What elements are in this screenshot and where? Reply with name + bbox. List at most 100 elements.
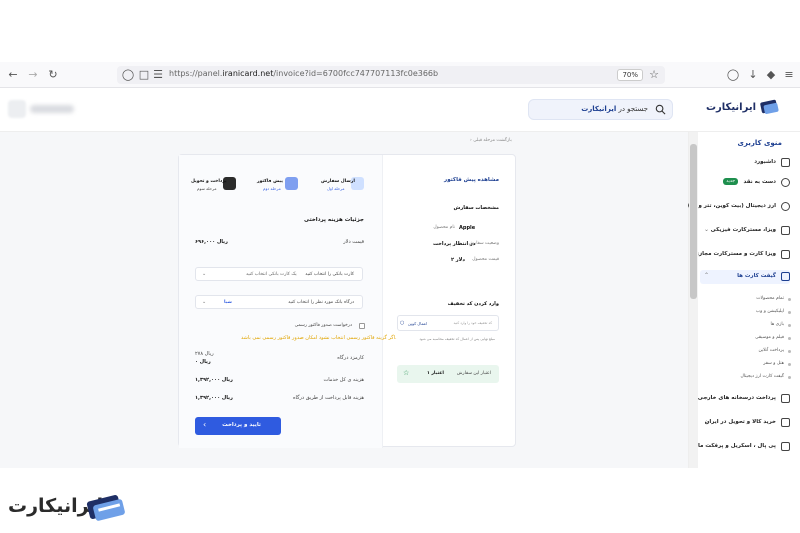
sidebar-title: منوی کاربری <box>737 139 782 147</box>
screenshot: ← → ↻ ◯ □ ☰ https://panel.iranicard.net/… <box>0 0 800 533</box>
sidebar-subitem[interactable]: هتل و سفر <box>763 361 791 366</box>
downloads-icon[interactable]: ↓ <box>746 68 760 82</box>
sidebar-subitem[interactable]: اپلیکیشن و وب <box>756 309 792 314</box>
scrollbar-thumb[interactable] <box>690 144 697 299</box>
zoom-level[interactable]: 70% <box>617 69 643 81</box>
confirm-pay-button[interactable]: ‹ تایید و پرداخت <box>195 417 281 435</box>
sidebar: منوی کاربری داشبورد دست به نقد جدید ارز … <box>688 132 800 468</box>
sidebar-item-label: خرید کالا و تحویل در ایران <box>704 419 776 425</box>
payment-pane: ارسال سفارش مرحله اول پیش فاکتور مرحله د… <box>179 155 397 448</box>
search-input[interactable]: جستجو در ایرانیکارت <box>528 99 673 120</box>
bank-card-select[interactable]: کارت بانکی را انتخاب کنید یک کارت بانکی … <box>195 267 363 281</box>
fee-label: کارمزد درگاه <box>337 355 364 361</box>
sidebar-item-label: گیفت کارت ها <box>737 273 776 279</box>
service-label: هزینه ی کل خدمات <box>323 377 364 383</box>
step-title: پرداخت و تحویل <box>191 179 227 184</box>
sidebar-subitem[interactable]: بازی ها <box>771 322 791 327</box>
address-bar[interactable]: ◯ □ ☰ https://panel.iranicard.net/invoic… <box>117 66 665 84</box>
bank-select-hint: یک کارت بانکی انتخاب کنید <box>246 272 297 277</box>
order-details-title: مشخصات سفارش <box>453 205 499 211</box>
sidebar-item-crypto[interactable]: ارز دیجیتال (بیت کوین، تتر و ...) ⌄ <box>688 200 790 214</box>
site-logo[interactable]: ایرانیکارت <box>700 98 780 118</box>
sidebar-item-label: داشبورد <box>754 159 776 165</box>
rate-value: ۶۹۶,۰۰۰ ریال <box>195 239 228 245</box>
user-name[interactable] <box>30 105 74 113</box>
logo-mark-icon <box>760 99 779 114</box>
sidebar-subitem[interactable]: پرداخت آنلاین <box>759 348 791 353</box>
sidebar-item-buy-goods[interactable]: خرید کالا و تحویل در ایران ⌄ <box>700 416 790 430</box>
watermark-logo-icon <box>86 495 125 521</box>
menu-icon[interactable]: ≡ <box>782 68 796 82</box>
permissions-icon[interactable]: ☰ <box>151 68 165 82</box>
cart-icon <box>781 418 790 427</box>
step-title: پیش فاکتور <box>257 179 283 184</box>
lock-icon[interactable]: □ <box>137 68 151 82</box>
chevron-down-icon: ⌄ <box>704 394 710 401</box>
sidebar-item-cash[interactable]: دست به نقد جدید <box>700 176 790 190</box>
extensions-icon[interactable]: ◆ <box>764 68 778 82</box>
discount-placeholder: کد تخفیف خود را وارد کنید <box>453 321 492 325</box>
view-invoice-title[interactable]: مشاهده پیش فاکتور <box>444 177 499 183</box>
search-icon <box>655 104 666 115</box>
chevron-down-icon: ⌄ <box>202 271 207 277</box>
sidebar-item-gift-cards[interactable]: گیفت کارت ها ⌃ <box>700 270 790 284</box>
official-invoice-checkbox[interactable] <box>359 323 365 329</box>
sidebar-subitem[interactable]: گیفت کارت ارز دیجیتال <box>740 374 791 379</box>
step-sub: مرحله دوم <box>263 186 281 191</box>
sidebar-item-label: ویزا، مسترکارت فیزیکی <box>710 227 776 233</box>
coupon-icon: ○ <box>400 320 405 326</box>
chevron-down-icon: ⌄ <box>704 250 710 257</box>
payment-icon <box>781 394 790 403</box>
pocket-icon[interactable]: ◯ <box>726 68 740 82</box>
credit-value: ۱ اعتبار <box>427 371 444 376</box>
bank-select-label: کارت بانکی را انتخاب کنید <box>305 272 354 277</box>
cash-icon <box>781 178 790 187</box>
gateway-select[interactable]: درگاه بانک مورد نظر را انتخاب کنید شبا ⌄ <box>195 295 363 309</box>
card-icon <box>781 226 790 235</box>
sidebar-item-virtual-card[interactable]: ویزا کارت و مسترکارت مجازی ⌄ <box>694 248 790 262</box>
step-title: ارسال سفارش <box>321 179 355 184</box>
sidebar-subitem[interactable]: تمام محصولات <box>756 296 791 301</box>
new-badge: جدید <box>723 178 738 185</box>
sidebar-item-foreign-payment[interactable]: پرداخت درسخانه های خارجی ⌄ <box>698 392 790 406</box>
chevron-left-icon: ‹ <box>203 420 207 429</box>
gateway-select-label: درگاه بانک مورد نظر را انتخاب کنید <box>288 300 354 305</box>
browser-toolbar: ← → ↻ ◯ □ ☰ https://panel.iranicard.net/… <box>0 62 800 88</box>
sidebar-item-label: دست به نقد <box>743 179 776 185</box>
sidebar-item-label: ارز دیجیتال (بیت کوین، تتر و ...) <box>687 203 776 209</box>
order-credit-box: اعتبار این سفارش ۱ اعتبار ☆ <box>397 365 499 383</box>
step-sub: مرحله سوم <box>197 186 217 191</box>
forward-icon[interactable]: → <box>26 68 40 82</box>
gift-icon <box>781 272 790 281</box>
sidebar-item-paypal[interactable]: پی پال ، اسکریل و پرفکت مانی ⌄ <box>690 440 790 454</box>
top-blank <box>0 0 800 62</box>
shield-icon[interactable]: ◯ <box>121 68 135 82</box>
price-label: قیمت محصول <box>472 257 499 262</box>
web-page: جستجو در ایرانیکارت ایرانیکارت منوی کارب… <box>0 88 800 468</box>
reload-icon[interactable]: ↻ <box>46 68 60 82</box>
chevron-down-icon: ⌄ <box>704 418 710 425</box>
site-header: جستجو در ایرانیکارت ایرانیکارت <box>0 88 800 132</box>
status-value: در انتظار پرداخت <box>433 241 476 247</box>
chevron-down-icon: ⌄ <box>704 226 710 233</box>
sidebar-subitem[interactable]: فیلم و موسیقی <box>755 335 791 340</box>
user-avatar[interactable] <box>8 100 26 118</box>
discount-code-input[interactable]: کد تخفیف خود را وارد کنید اعمال کوپن ○ <box>397 315 499 331</box>
sidebar-item-physical-card[interactable]: ویزا، مسترکارت فیزیکی ⌄ <box>700 224 790 238</box>
search-placeholder: جستجو در ایرانیکارت <box>581 105 648 113</box>
rate-label: قیمت دلار <box>343 239 364 245</box>
apply-coupon-button[interactable]: اعمال کوپن <box>408 321 427 326</box>
step-invoice-icon <box>285 177 298 190</box>
breadcrumb[interactable]: › بازگشت مرحله قبلی <box>470 138 512 143</box>
bookmark-star-icon[interactable]: ☆ <box>647 68 661 82</box>
chevron-down-icon: ⌄ <box>704 442 710 449</box>
sidebar-item-dashboard[interactable]: داشبورد <box>700 156 790 170</box>
back-icon[interactable]: ← <box>6 68 20 82</box>
chevron-down-icon: ⌄ <box>704 202 710 209</box>
pay-button-label: تایید و پرداخت <box>222 422 261 428</box>
url-text: https://panel.iranicard.net/invoice?id=6… <box>169 69 439 78</box>
step-sub: مرحله اول <box>327 186 345 191</box>
product-value: Apple <box>459 225 476 231</box>
crypto-icon <box>781 202 790 211</box>
fee-value-final: ۰ ریال <box>195 359 211 365</box>
